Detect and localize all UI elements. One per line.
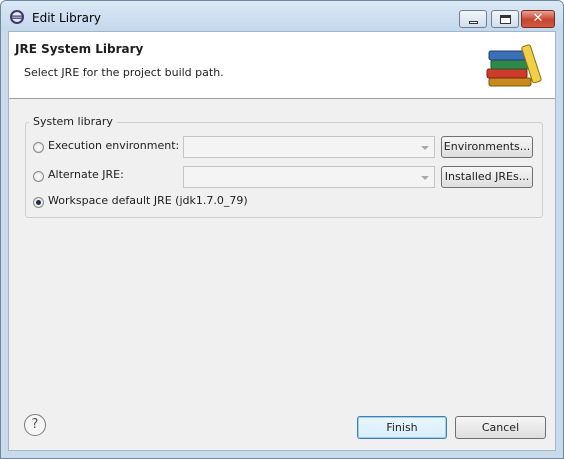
close-button[interactable]: ✕ — [521, 10, 555, 28]
chevron-down-icon — [421, 146, 429, 150]
banner-description: Select JRE for the project build path. — [24, 66, 224, 79]
alternate-jre-label: Alternate JRE: — [48, 168, 124, 181]
help-icon[interactable]: ? — [24, 414, 46, 436]
alternate-jre-radio[interactable] — [33, 171, 44, 182]
edit-library-window: Edit Library ✕ JRE System Library Select… — [0, 0, 564, 459]
execution-environment-radio[interactable] — [33, 142, 44, 153]
cancel-button[interactable]: Cancel — [455, 416, 546, 439]
close-icon: ✕ — [532, 11, 544, 26]
eclipse-app-icon — [10, 10, 24, 24]
dialog-banner: JRE System Library Select JRE for the pr… — [9, 32, 555, 99]
environments-button[interactable]: Environments... — [441, 136, 533, 158]
minimize-button[interactable] — [459, 10, 487, 28]
execution-environment-combo[interactable] — [183, 136, 435, 158]
workspace-default-jre-radio[interactable] — [33, 197, 44, 208]
library-books-icon — [486, 44, 542, 87]
workspace-default-jre-label: Workspace default JRE (jdk1.7.0_79) — [48, 194, 248, 207]
chevron-down-icon — [421, 176, 429, 180]
system-library-group-title: System library — [29, 115, 117, 128]
alternate-jre-combo[interactable] — [183, 166, 435, 188]
maximize-button[interactable] — [491, 10, 519, 28]
execution-environment-label: Execution environment: — [48, 139, 180, 152]
window-title: Edit Library — [32, 11, 102, 25]
banner-title: JRE System Library — [15, 42, 144, 56]
installed-jres-button[interactable]: Installed JREs... — [441, 166, 533, 188]
title-bar[interactable]: Edit Library ✕ — [1, 1, 563, 31]
dialog-client-area: JRE System Library Select JRE for the pr… — [8, 31, 556, 451]
finish-button[interactable]: Finish — [357, 416, 447, 439]
